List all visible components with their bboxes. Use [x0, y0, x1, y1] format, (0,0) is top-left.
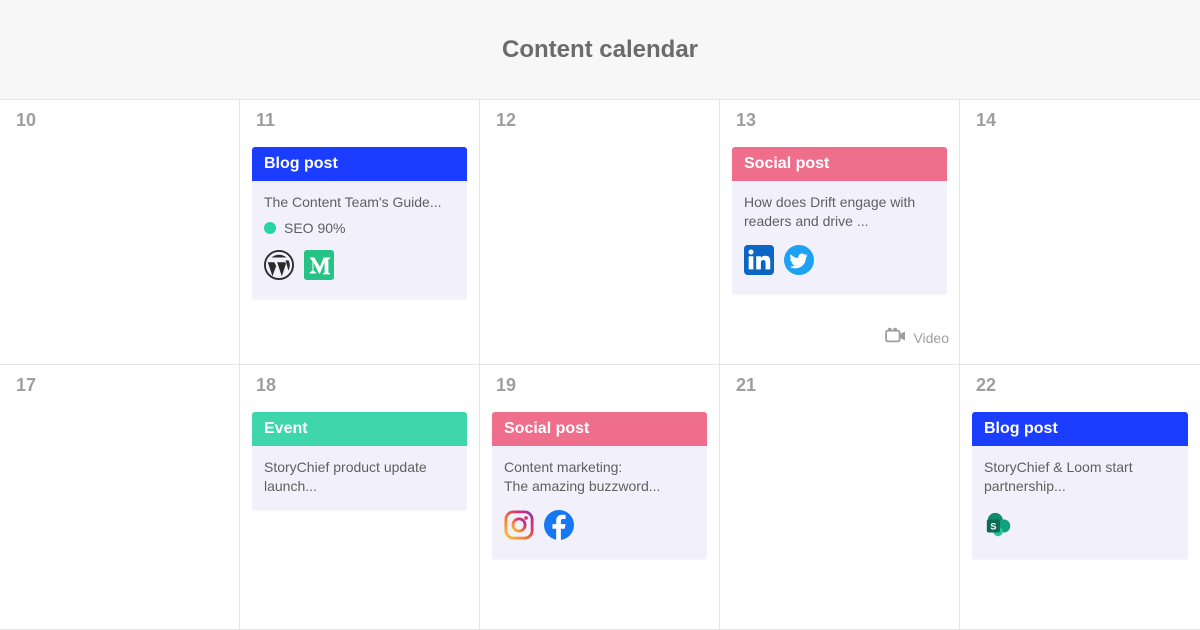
card-body: Content marketing: The amazing buzzword.…	[492, 446, 707, 559]
day-number: 18	[248, 375, 471, 406]
calendar-cell[interactable]: 17	[0, 365, 240, 630]
card-type-label: Blog post	[252, 147, 467, 181]
card-title: StoryChief & Loom start partnership...	[984, 458, 1176, 496]
calendar-card[interactable]: Blog post The Content Team's Guide... SE…	[252, 147, 467, 299]
calendar-cell[interactable]: 18 Event StoryChief product update launc…	[240, 365, 480, 630]
card-title: How does Drift engage with readers and d…	[744, 193, 935, 231]
card-title: The Content Team's Guide...	[264, 193, 455, 212]
day-number: 17	[8, 375, 231, 406]
day-number: 22	[968, 375, 1192, 406]
calendar-cell[interactable]: 19 Social post Content marketing: The am…	[480, 365, 720, 630]
video-icon	[885, 327, 907, 348]
calendar-grid: 10 11 Blog post The Content Team's Guide…	[0, 100, 1200, 630]
seo-dot-icon	[264, 222, 276, 234]
calendar-cell[interactable]: 13 Social post How does Drift engage wit…	[720, 100, 960, 365]
instagram-icon	[504, 510, 534, 545]
day-number: 11	[248, 110, 471, 141]
day-number: 21	[728, 375, 951, 406]
card-body: The Content Team's Guide... SEO 90%	[252, 181, 467, 299]
app-header: Content calendar	[0, 0, 1200, 100]
wordpress-icon	[264, 250, 294, 285]
day-number: 14	[968, 110, 1192, 141]
calendar-cell[interactable]: 12	[480, 100, 720, 365]
app-frame: Content calendar 10 11 Blog post The Con…	[0, 0, 1200, 630]
calendar-cell[interactable]: 11 Blog post The Content Team's Guide...…	[240, 100, 480, 365]
card-type-label: Blog post	[972, 412, 1188, 446]
calendar-cell[interactable]: 21	[720, 365, 960, 630]
sharepoint-icon: S	[984, 510, 1014, 545]
seo-badge: SEO 90%	[264, 220, 455, 236]
medium-icon	[304, 250, 334, 285]
card-body: How does Drift engage with readers and d…	[732, 181, 947, 294]
calendar-card[interactable]: Event StoryChief product update launch..…	[252, 412, 467, 510]
channel-icons	[264, 250, 455, 285]
card-body: StoryChief product update launch...	[252, 446, 467, 510]
channel-icons	[744, 245, 935, 280]
day-number: 10	[8, 110, 231, 141]
linkedin-icon	[744, 245, 774, 280]
svg-text:S: S	[990, 521, 996, 531]
card-type-label: Event	[252, 412, 467, 446]
calendar-card[interactable]: Blog post StoryChief & Loom start partne…	[972, 412, 1188, 559]
day-number: 12	[488, 110, 711, 141]
seo-label: SEO 90%	[284, 220, 345, 236]
channel-icons: S	[984, 510, 1176, 545]
day-number: 13	[728, 110, 951, 141]
card-body: StoryChief & Loom start partnership... S	[972, 446, 1188, 559]
card-type-label: Social post	[492, 412, 707, 446]
channel-icons	[504, 510, 695, 545]
extra-label: Video	[913, 330, 949, 346]
calendar-cell[interactable]: 22 Blog post StoryChief & Loom start par…	[960, 365, 1200, 630]
calendar-cell[interactable]: 14	[960, 100, 1200, 365]
calendar-card[interactable]: Social post How does Drift engage with r…	[732, 147, 947, 294]
card-title: Content marketing: The amazing buzzword.…	[504, 458, 695, 496]
day-number: 19	[488, 375, 711, 406]
card-title: StoryChief product update launch...	[264, 458, 455, 496]
page-title: Content calendar	[502, 36, 698, 64]
card-type-label: Social post	[732, 147, 947, 181]
calendar-card[interactable]: Social post Content marketing: The amazi…	[492, 412, 707, 559]
calendar-cell[interactable]: 10	[0, 100, 240, 365]
facebook-icon	[544, 510, 574, 545]
twitter-icon	[784, 245, 814, 280]
extra-content-tag[interactable]: Video	[885, 327, 949, 348]
